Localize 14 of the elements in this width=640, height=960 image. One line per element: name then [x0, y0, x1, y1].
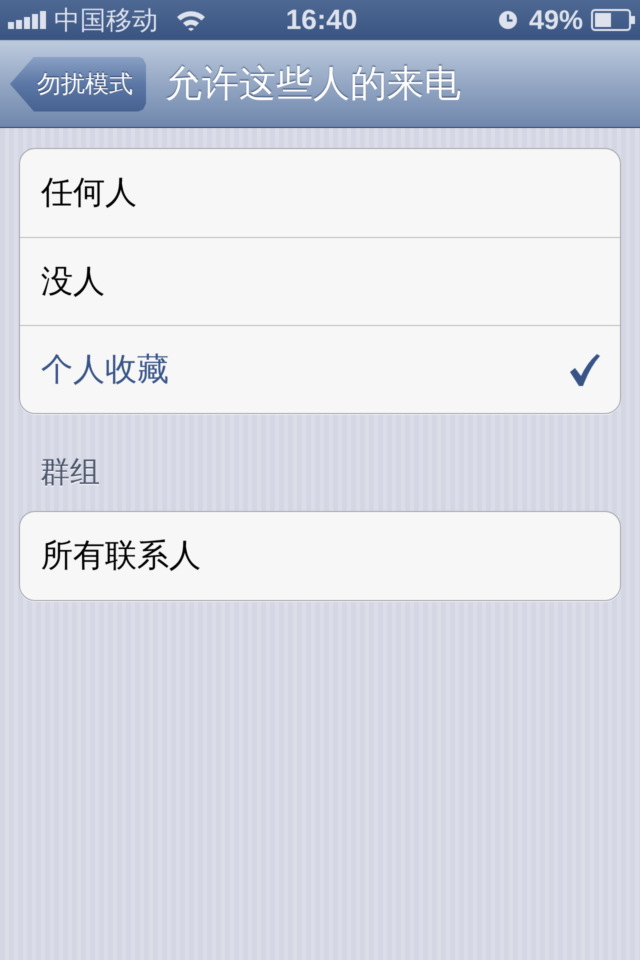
wifi-icon: [176, 9, 206, 31]
section-header: 群组: [40, 455, 101, 491]
option-row[interactable]: 任何人: [20, 149, 620, 237]
clock-icon: [498, 11, 517, 29]
nav-title: 允许这些人的来电: [165, 62, 461, 106]
battery-icon: [591, 9, 635, 31]
option-row[interactable]: 所有联系人: [20, 512, 620, 600]
status-time: 16:40: [286, 4, 358, 36]
option-row[interactable]: 没人: [20, 237, 620, 325]
signal-icon: [8, 11, 46, 29]
option-row[interactable]: 个人收藏: [20, 325, 620, 413]
battery-percent: 49%: [528, 4, 583, 36]
carrier-name: 中国移动: [54, 4, 158, 36]
back-button[interactable]: 勿扰模式: [10, 56, 146, 112]
